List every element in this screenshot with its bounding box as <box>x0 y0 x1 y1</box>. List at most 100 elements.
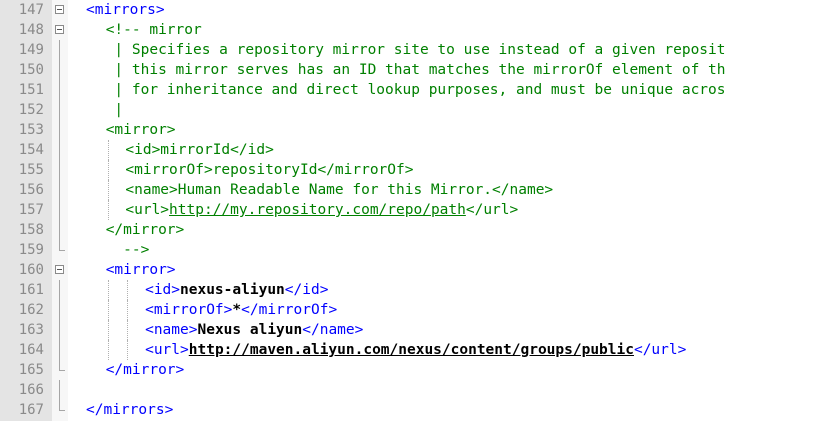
code-line[interactable]: 148 <!-- mirror <box>0 20 814 40</box>
fold-guide-icon <box>52 340 68 360</box>
fold-collapse-icon[interactable] <box>52 20 68 40</box>
line-number: 160 <box>18 262 44 278</box>
indent-guide <box>127 320 129 340</box>
code-token: </id> <box>284 282 329 298</box>
code-line[interactable]: 158 </mirror> <box>0 220 814 240</box>
line-number: 167 <box>18 402 44 418</box>
fold-collapse-icon[interactable] <box>52 260 68 280</box>
code-text: <mirrorOf>repositoryId</mirrorOf> <box>125 160 413 180</box>
line-number: 162 <box>18 302 44 318</box>
code-editor[interactable]: 147 <mirrors> 148 <!-- mirror 149 | Specifie… <box>0 0 814 421</box>
code-text: <mirror> <box>106 260 176 280</box>
code-line[interactable]: 157 <url>http://my.repository.com/repo/pa… <box>0 200 814 220</box>
code-text: <id>mirrorId</id> <box>125 140 273 160</box>
indent-guide <box>107 340 109 360</box>
line-number: 166 <box>18 382 44 398</box>
fold-guide-icon <box>52 200 68 220</box>
code-token: | <box>105 102 124 118</box>
code-token: </mirror> <box>105 222 185 238</box>
code-line[interactable]: 164 <url>http://maven.aliyun.com/nexus/co… <box>0 340 814 360</box>
code-text: <url>http://my.repository.com/repo/path<… <box>125 200 518 220</box>
code-text: </mirror> <box>106 360 185 380</box>
fold-collapse-icon[interactable] <box>52 0 68 20</box>
code-token: <name>Human Readable Name for this Mirro… <box>125 182 554 198</box>
fold-guide-icon <box>52 300 68 320</box>
code-line[interactable]: 155 <mirrorOf>repositoryId</mirrorOf> <box>0 160 814 180</box>
code-line[interactable]: 163 <name>Nexus aliyun</name> <box>0 320 814 340</box>
code-token: | this mirror serves has an ID that matc… <box>105 62 726 78</box>
code-line[interactable]: 161 <id>nexus-aliyun</id> <box>0 280 814 300</box>
code-text: --> <box>105 240 150 260</box>
code-text: <url>http://maven.aliyun.com/nexus/conte… <box>145 340 686 360</box>
indent-guide <box>107 160 109 180</box>
code-text: | this mirror serves has an ID that matc… <box>105 60 726 80</box>
line-number: 151 <box>18 82 44 98</box>
code-line[interactable]: 156 <name>Human Readable Name for this Mi… <box>0 180 814 200</box>
code-token: <mirrorOf> <box>145 302 233 318</box>
code-token: | Specifies a repository mirror site to … <box>105 42 726 58</box>
fold-guide-icon <box>52 160 68 180</box>
line-number: 157 <box>18 202 44 218</box>
indent-guide <box>127 300 129 320</box>
code-line[interactable]: 162 <mirrorOf>*</mirrorOf> <box>0 300 814 320</box>
fold-guide-icon <box>52 380 68 400</box>
fold-guide-icon <box>52 100 68 120</box>
code-line[interactable]: 165 </mirror> <box>0 360 814 380</box>
indent-guide <box>107 300 109 320</box>
code-text: <mirrorOf>*</mirrorOf> <box>145 300 337 320</box>
line-number: 158 <box>18 222 44 238</box>
code-token: <mirrorOf>repositoryId</mirrorOf> <box>125 162 414 178</box>
code-text: | Specifies a repository mirror site to … <box>105 40 726 60</box>
line-number: 165 <box>18 362 44 378</box>
code-line[interactable]: 167 </mirrors> <box>0 400 814 420</box>
code-token: * <box>232 302 242 318</box>
code-text: </mirrors> <box>86 400 173 420</box>
code-token: <name> <box>145 322 198 338</box>
fold-guide-icon <box>52 220 68 240</box>
indent-guide <box>107 200 109 220</box>
indent-guide <box>107 180 109 200</box>
code-token: <mirror> <box>105 122 176 138</box>
fold-guide-icon <box>52 40 68 60</box>
line-number: 148 <box>18 22 44 38</box>
line-number: 156 <box>18 182 44 198</box>
code-line[interactable]: 153 <mirror> <box>0 120 814 140</box>
code-token: nexus-aliyun <box>180 282 285 298</box>
fold-guide-icon <box>52 320 68 340</box>
line-number: 161 <box>18 282 44 298</box>
url-link[interactable]: http://maven.aliyun.com/nexus/content/gr… <box>189 342 634 358</box>
code-token: | for inheritance and direct lookup purp… <box>105 82 726 98</box>
code-token: <mirrors> <box>86 2 165 18</box>
code-token: --> <box>105 242 150 258</box>
code-token: </mirrorOf> <box>241 302 338 318</box>
fold-guide-icon <box>52 280 68 300</box>
indent-guide <box>107 140 109 160</box>
code-line[interactable]: 152 | <box>0 100 814 120</box>
line-number: 163 <box>18 322 44 338</box>
code-token: </mirror> <box>105 362 185 378</box>
code-token: </url> <box>633 342 687 358</box>
line-number: 155 <box>18 162 44 178</box>
code-line[interactable]: 160 <mirror> <box>0 260 814 280</box>
code-line[interactable]: 147 <mirrors> <box>0 0 814 20</box>
code-line[interactable]: 150 | this mirror serves has an ID that … <box>0 60 814 80</box>
code-line[interactable]: 151 | for inheritance and direct lookup … <box>0 80 814 100</box>
url-link[interactable]: http://my.repository.com/repo/path <box>169 202 466 218</box>
fold-end-icon <box>52 360 68 380</box>
code-token: <id>mirrorId</id> <box>125 142 274 158</box>
fold-end-icon <box>52 400 68 420</box>
fold-guide-icon <box>52 60 68 80</box>
code-line[interactable]: 149 | Specifies a repository mirror site… <box>0 40 814 60</box>
code-text: | <box>106 100 123 120</box>
code-line[interactable]: 159 --> <box>0 240 814 260</box>
code-line[interactable]: 166 <box>0 380 814 400</box>
code-line[interactable]: 154 <id>mirrorId</id> <box>0 140 814 160</box>
line-number: 153 <box>18 122 44 138</box>
code-text: <name>Human Readable Name for this Mirro… <box>125 180 553 200</box>
fold-guide-icon <box>52 80 68 100</box>
code-token: Nexus aliyun <box>197 322 303 338</box>
fold-end-icon <box>52 240 68 260</box>
indent-guide <box>107 280 109 300</box>
code-text: <id>nexus-aliyun</id> <box>145 280 328 300</box>
code-token: <id> <box>145 282 181 298</box>
